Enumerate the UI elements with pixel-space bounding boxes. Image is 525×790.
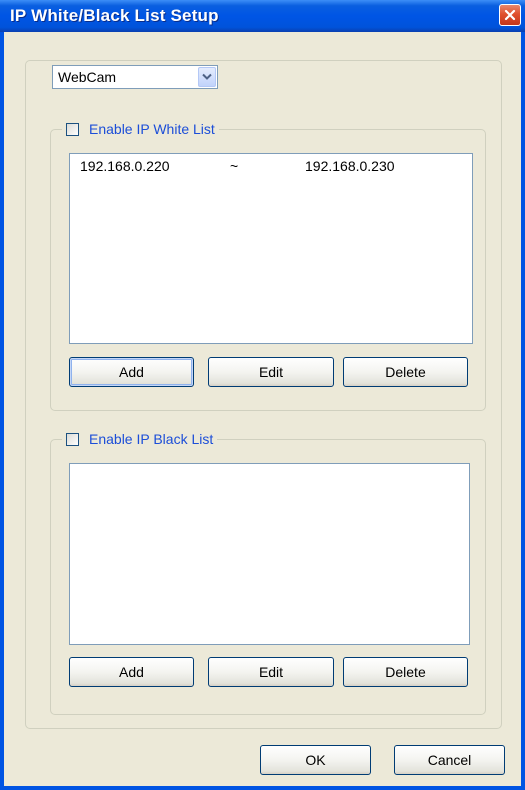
list-item-start-ip: 192.168.0.220 bbox=[80, 158, 170, 174]
white-list-enable-checkbox[interactable] bbox=[66, 122, 79, 136]
white-list-edit-button[interactable]: Edit bbox=[208, 357, 334, 387]
close-button[interactable] bbox=[499, 4, 521, 26]
ok-button[interactable]: OK bbox=[260, 745, 371, 775]
dropdown-arrow-button[interactable] bbox=[198, 67, 216, 87]
list-item-separator: ~ bbox=[230, 158, 239, 174]
list-item[interactable]: 192.168.0.220 ~ 192.168.0.230 bbox=[70, 154, 472, 176]
black-list-enable-label[interactable]: Enable IP Black List bbox=[89, 431, 213, 447]
white-list-delete-button[interactable]: Delete bbox=[343, 357, 468, 387]
white-list-legend: Enable IP White List bbox=[62, 120, 219, 138]
white-list-enable-label[interactable]: Enable IP White List bbox=[89, 121, 215, 137]
device-dropdown[interactable]: WebCam bbox=[52, 65, 218, 89]
black-list-edit-button[interactable]: Edit bbox=[208, 657, 334, 687]
title-bar[interactable]: IP White/Black List Setup bbox=[0, 0, 525, 32]
black-list-legend: Enable IP Black List bbox=[62, 430, 218, 448]
white-list-add-button[interactable]: Add bbox=[69, 357, 194, 387]
device-dropdown-value: WebCam bbox=[58, 69, 117, 85]
list-item-end-ip: 192.168.0.230 bbox=[305, 158, 395, 174]
chevron-down-icon bbox=[202, 73, 212, 80]
black-list-enable-checkbox[interactable] bbox=[66, 432, 79, 446]
black-list-delete-button[interactable]: Delete bbox=[343, 657, 468, 687]
dialog-body: WebCam Enable IP White List 192.168.0.22… bbox=[4, 32, 521, 786]
black-list-listbox[interactable] bbox=[69, 463, 470, 645]
white-list-listbox[interactable]: 192.168.0.220 ~ 192.168.0.230 bbox=[69, 153, 473, 344]
window-title: IP White/Black List Setup bbox=[10, 6, 219, 25]
close-icon bbox=[504, 9, 516, 21]
black-list-add-button[interactable]: Add bbox=[69, 657, 194, 687]
cancel-button[interactable]: Cancel bbox=[394, 745, 505, 775]
dialog-window: IP White/Black List Setup WebCam Enable … bbox=[0, 0, 525, 790]
